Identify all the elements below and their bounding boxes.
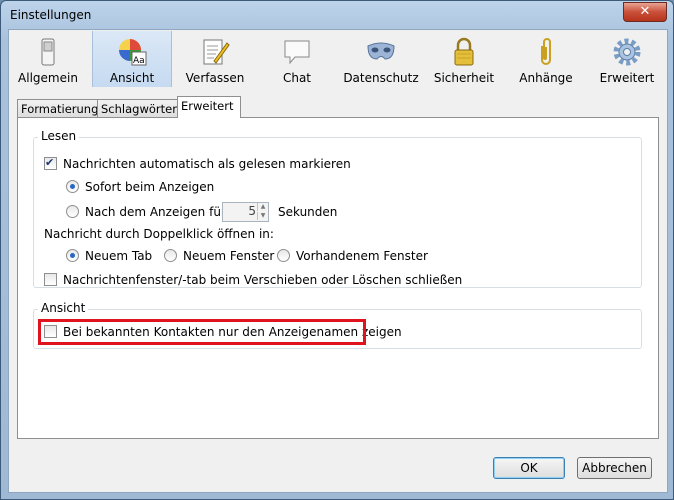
- delay-seconds-value: 5: [248, 204, 256, 218]
- compose-icon: [203, 39, 230, 65]
- tab-formatierung[interactable]: Formatierung: [17, 99, 100, 118]
- pane-chat[interactable]: Chat: [260, 31, 334, 87]
- group-title-lesen: Lesen: [38, 129, 80, 143]
- dialog-body: Allgemein Aa Ansicht Verfassen Chat Date…: [8, 29, 668, 493]
- chat-icon: [284, 40, 310, 65]
- pane-label: Anhänge: [519, 71, 573, 85]
- close-window-option[interactable]: Nachrichtenfenster/-tab beim Verschieben…: [44, 271, 462, 289]
- highlight-box: [38, 319, 366, 345]
- switch-icon: [41, 38, 55, 66]
- tab-label: Schlagwörter: [101, 102, 177, 116]
- tab-schlagwoerter[interactable]: Schlagwörter: [97, 99, 183, 118]
- after-delay-label: Nach dem Anzeigen für: [85, 205, 226, 219]
- preferences-window: Einstellungen ✕ Allgemein Aa Ansicht Ver…: [0, 0, 674, 500]
- pane-erweitert[interactable]: Erweitert: [589, 31, 665, 87]
- svg-text:Aa: Aa: [133, 56, 145, 66]
- tab-label: Erweitert: [181, 99, 234, 113]
- pane-anhaenge[interactable]: Anhänge: [509, 31, 583, 87]
- seconds-label: Sekunden: [278, 205, 338, 219]
- pane-label: Ansicht: [109, 71, 155, 85]
- title-bar[interactable]: Einstellungen ✕: [1, 1, 673, 31]
- pane-verfassen[interactable]: Verfassen: [177, 31, 253, 87]
- pane-ansicht[interactable]: Aa Ansicht: [92, 31, 172, 87]
- close-window-checkbox[interactable]: [44, 273, 57, 286]
- new-tab-option[interactable]: Neuem Tab: [66, 247, 152, 265]
- tab-panel: Lesen Nachrichten automatisch als gelese…: [17, 117, 659, 439]
- new-window-option[interactable]: Neuem Fenster: [164, 247, 274, 265]
- immediately-label: Sofort beim Anzeigen: [85, 180, 215, 194]
- close-window-label: Nachrichtenfenster/-tab beim Verschieben…: [63, 273, 463, 287]
- paperclip-icon: [541, 38, 551, 65]
- gear-icon: [613, 38, 641, 66]
- pane-label: Sicherheit: [433, 71, 495, 85]
- new-window-label: Neuem Fenster: [183, 249, 275, 263]
- mark-read-checkbox[interactable]: [44, 154, 57, 172]
- pane-label: Verfassen: [185, 71, 245, 85]
- existing-window-label: Vorhandenem Fenster: [296, 249, 428, 263]
- pane-sicherheit[interactable]: Sicherheit: [427, 31, 501, 87]
- immediately-radio[interactable]: [66, 180, 79, 193]
- ok-button[interactable]: OK: [493, 457, 565, 479]
- lock-icon: [454, 37, 474, 66]
- pane-label: Erweitert: [599, 71, 655, 85]
- close-icon: ✕: [639, 4, 651, 19]
- spin-down-icon[interactable]: ▼: [257, 212, 268, 220]
- after-delay-option[interactable]: Nach dem Anzeigen für: [66, 203, 226, 221]
- new-window-radio[interactable]: [164, 249, 177, 262]
- mark-read-label: Nachrichten automatisch als gelesen mark…: [63, 157, 351, 171]
- pane-label: Allgemein: [18, 71, 78, 85]
- immediately-option[interactable]: Sofort beim Anzeigen: [66, 178, 214, 196]
- existing-window-option[interactable]: Vorhandenem Fenster: [277, 247, 428, 265]
- pane-toolbar: Allgemein Aa Ansicht Verfassen Chat Date…: [9, 30, 667, 88]
- delay-seconds-spinner[interactable]: 5 ▲ ▼: [222, 202, 269, 222]
- doubleclick-label: Nachricht durch Doppelklick öffnen in:: [44, 227, 274, 241]
- after-delay-radio[interactable]: [66, 205, 79, 218]
- mark-read-option[interactable]: Nachrichten automatisch als gelesen mark…: [44, 154, 351, 173]
- existing-window-radio[interactable]: [277, 249, 290, 262]
- spin-up-icon[interactable]: ▲: [257, 203, 268, 211]
- pane-datenschutz[interactable]: Datenschutz: [339, 31, 423, 87]
- pane-label: Datenschutz: [343, 71, 419, 85]
- new-tab-label: Neuem Tab: [85, 249, 153, 263]
- mask-icon: [367, 42, 395, 60]
- window-title: Einstellungen: [10, 8, 92, 22]
- pane-allgemein[interactable]: Allgemein: [10, 31, 86, 87]
- tab-erweitert[interactable]: Erweitert: [177, 96, 241, 118]
- new-tab-radio[interactable]: [66, 249, 79, 262]
- pane-label: Chat: [282, 71, 312, 85]
- tab-label: Formatierung: [21, 102, 99, 116]
- group-title-ansicht: Ansicht: [38, 301, 89, 315]
- cancel-button[interactable]: Abbrechen: [577, 457, 652, 479]
- close-button[interactable]: ✕: [623, 2, 667, 22]
- palette-icon: Aa: [119, 39, 147, 66]
